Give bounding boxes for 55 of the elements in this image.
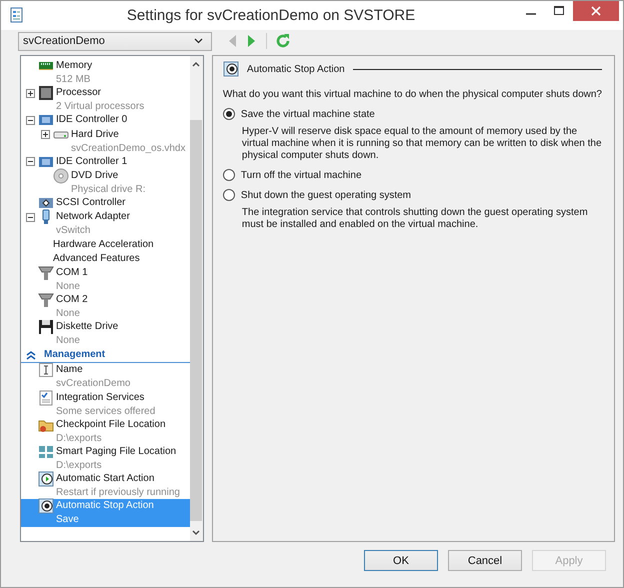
question-text: What do you want this virtual machine to do when the physical computer shuts down? — [222, 88, 602, 101]
port-icon — [38, 292, 54, 308]
section-header[interactable]: Management — [21, 347, 190, 364]
section-title: Management — [44, 349, 106, 360]
expand-icon[interactable] — [41, 130, 50, 140]
vm-dropdown[interactable]: svCreationDemo — [18, 32, 212, 50]
tree-item[interactable]: Diskette Drive None — [21, 320, 190, 348]
option-description: Hyper-V will reserve disk space equal to the amount of memory used by the virtual machine when it is running so that memory can be written to disk when the physical computer shuts down. — [240, 126, 602, 162]
collapse-icon[interactable] — [26, 350, 36, 360]
tree-item[interactable]: Processor 2 Virtual processors — [21, 86, 190, 114]
scroll-up-icon[interactable] — [191, 60, 202, 68]
expand-icon[interactable] — [26, 88, 35, 98]
tree-item[interactable]: Checkpoint File Location D:\exports — [21, 418, 190, 445]
tree-item[interactable]: IDE Controller 1 — [21, 154, 190, 169]
tree-item[interactable]: Hardware Acceleration — [21, 238, 190, 252]
tree-item[interactable]: Integration Services Some services offered — [21, 390, 190, 418]
paging-icon — [38, 444, 54, 460]
tree-item[interactable]: COM 2 None — [21, 293, 190, 320]
tree-item[interactable]: Automatic Start Action Restart if previously running — [21, 472, 190, 500]
window-title: Settings for svCreationDemo on SVSTORE — [126, 6, 416, 24]
collapse-icon[interactable] — [26, 157, 35, 166]
scrollbar[interactable] — [190, 56, 203, 541]
tree-item[interactable]: Name svCreationDemo — [21, 363, 190, 391]
close-button[interactable] — [573, 1, 619, 21]
record-icon — [38, 498, 54, 514]
disc-icon — [53, 168, 69, 184]
tree-item[interactable]: COM 1 None — [21, 266, 190, 294]
radio-option[interactable]: Save the virtual machine state — [222, 107, 602, 121]
tree-item[interactable]: Network Adapter vSwitch — [21, 210, 190, 238]
scrollbar-thumb[interactable] — [190, 120, 202, 521]
port-icon — [38, 264, 54, 281]
tree-item[interactable]: Memory 512 MB — [21, 59, 190, 86]
text-cursor-icon — [38, 362, 54, 378]
panel-title: Automatic Stop Action — [246, 64, 345, 74]
tree-item[interactable]: DVD Drive Physical drive R: — [21, 168, 190, 196]
radio-option[interactable]: Shut down the guest operating system — [222, 188, 602, 202]
scroll-down-icon[interactable] — [191, 529, 202, 537]
dialog-button[interactable]: Cancel — [448, 550, 522, 571]
radio-option[interactable]: Turn off the virtual machine — [222, 168, 602, 182]
tree-item[interactable]: Advanced Features — [21, 252, 190, 266]
checklist-icon — [38, 390, 54, 406]
collapse-icon[interactable] — [26, 116, 35, 125]
option-description: The integration service that controls shutting down the guest operating system must be installed and enabled on the virtual machine. — [240, 207, 589, 231]
settings-icon — [9, 7, 25, 23]
dialog-button[interactable]: OK — [364, 550, 438, 571]
chip-icon — [38, 85, 54, 102]
tree-item[interactable]: Smart Paging File Location D:\exports — [21, 445, 190, 472]
floppy-icon — [38, 319, 54, 336]
play-icon — [38, 471, 54, 488]
tree-item[interactable]: IDE Controller 0 — [21, 113, 190, 128]
tree-item[interactable]: SCSI Controller — [21, 196, 190, 210]
caret-icon — [194, 38, 203, 44]
collapse-icon[interactable] — [26, 212, 35, 222]
tree-item[interactable]: Hard Drive svCreationDemo_os.vhdx — [21, 128, 190, 155]
record-icon — [222, 61, 239, 77]
